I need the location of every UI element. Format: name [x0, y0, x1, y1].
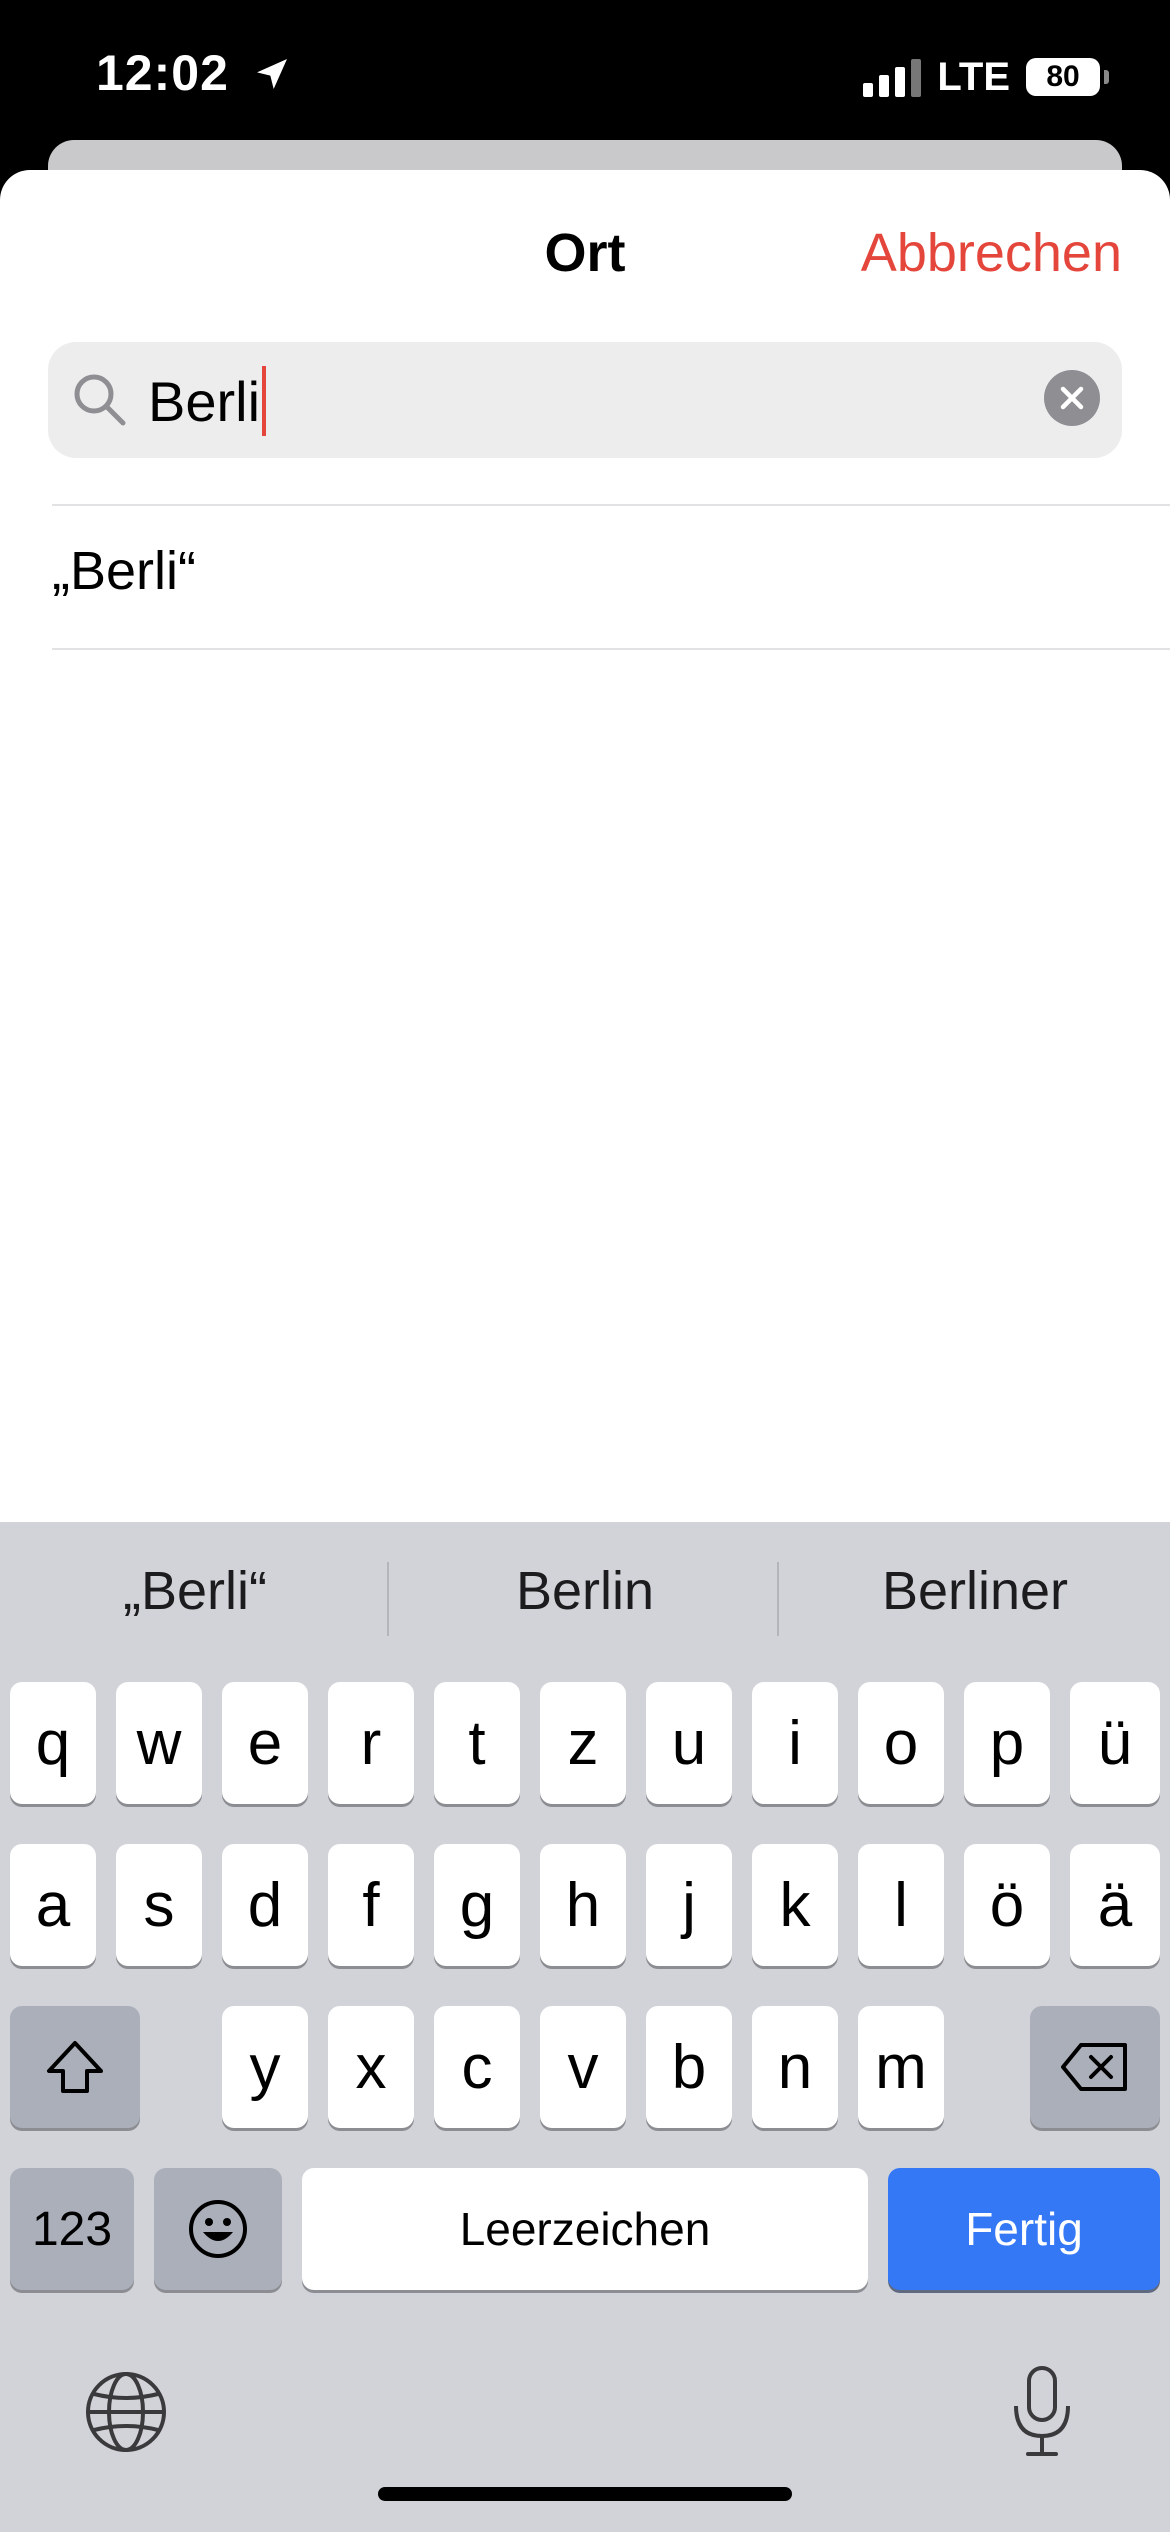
status-time-text: 12:02: [96, 45, 229, 101]
key[interactable]: n: [752, 2006, 838, 2128]
key[interactable]: y: [222, 2006, 308, 2128]
key[interactable]: u: [646, 1682, 732, 1804]
key[interactable]: g: [434, 1844, 520, 1966]
shift-icon: [47, 2041, 103, 2093]
key[interactable]: j: [646, 1844, 732, 1966]
key[interactable]: w: [116, 1682, 202, 1804]
key[interactable]: s: [116, 1844, 202, 1966]
key[interactable]: k: [752, 1844, 838, 1966]
backspace-icon: [1061, 2043, 1127, 2091]
emoji-icon: [189, 2200, 247, 2258]
key[interactable]: q: [10, 1682, 96, 1804]
status-indicators: LTE 80: [863, 52, 1109, 102]
location-arrow-icon: [256, 59, 287, 89]
text-cursor: [262, 366, 267, 436]
key[interactable]: p: [964, 1682, 1050, 1804]
list-item[interactable]: „Berli“: [52, 540, 196, 602]
suggestion-3[interactable]: Berliner: [785, 1560, 1165, 1622]
suggestion-divider: [777, 1562, 779, 1636]
suggestion-2[interactable]: Berlin: [395, 1560, 775, 1622]
key[interactable]: v: [540, 2006, 626, 2128]
shift-key[interactable]: [10, 2006, 140, 2128]
key[interactable]: i: [752, 1682, 838, 1804]
key[interactable]: ö: [964, 1844, 1050, 1966]
status-time: 12:02: [96, 44, 292, 102]
key[interactable]: x: [328, 2006, 414, 2128]
key[interactable]: o: [858, 1682, 944, 1804]
battery-level: 80: [1046, 60, 1080, 93]
suggestion-1[interactable]: „Berli“: [5, 1560, 385, 1622]
search-input-value: Berli: [148, 369, 261, 433]
key[interactable]: ä: [1070, 1844, 1160, 1966]
cellular-signal-icon: [863, 57, 922, 97]
key[interactable]: d: [222, 1844, 308, 1966]
battery-icon: 80: [1026, 58, 1109, 96]
divider: [52, 504, 1170, 506]
close-icon: [1060, 386, 1084, 410]
done-key[interactable]: Fertig: [888, 2168, 1160, 2290]
emoji-key[interactable]: [154, 2168, 282, 2290]
home-indicator[interactable]: [378, 2487, 792, 2501]
key[interactable]: e: [222, 1682, 308, 1804]
key[interactable]: r: [328, 1682, 414, 1804]
divider: [52, 648, 1170, 650]
cancel-button[interactable]: Abbrechen: [861, 222, 1122, 284]
key[interactable]: c: [434, 2006, 520, 2128]
key[interactable]: z: [540, 1682, 626, 1804]
microphone-icon[interactable]: [1010, 2364, 1074, 2460]
clear-search-button[interactable]: [1044, 370, 1100, 426]
key[interactable]: t: [434, 1682, 520, 1804]
key[interactable]: ü: [1070, 1682, 1160, 1804]
numbers-key[interactable]: 123: [10, 2168, 134, 2290]
globe-icon[interactable]: [84, 2370, 168, 2454]
suggestion-divider: [387, 1562, 389, 1636]
key[interactable]: h: [540, 1844, 626, 1966]
key[interactable]: b: [646, 2006, 732, 2128]
space-key[interactable]: Leerzeichen: [302, 2168, 868, 2290]
key[interactable]: m: [858, 2006, 944, 2128]
backspace-key[interactable]: [1030, 2006, 1160, 2128]
search-icon: [74, 374, 126, 426]
network-type: LTE: [937, 54, 1010, 99]
key[interactable]: f: [328, 1844, 414, 1966]
key[interactable]: a: [10, 1844, 96, 1966]
search-input[interactable]: Berli: [148, 366, 267, 436]
key[interactable]: l: [858, 1844, 944, 1966]
